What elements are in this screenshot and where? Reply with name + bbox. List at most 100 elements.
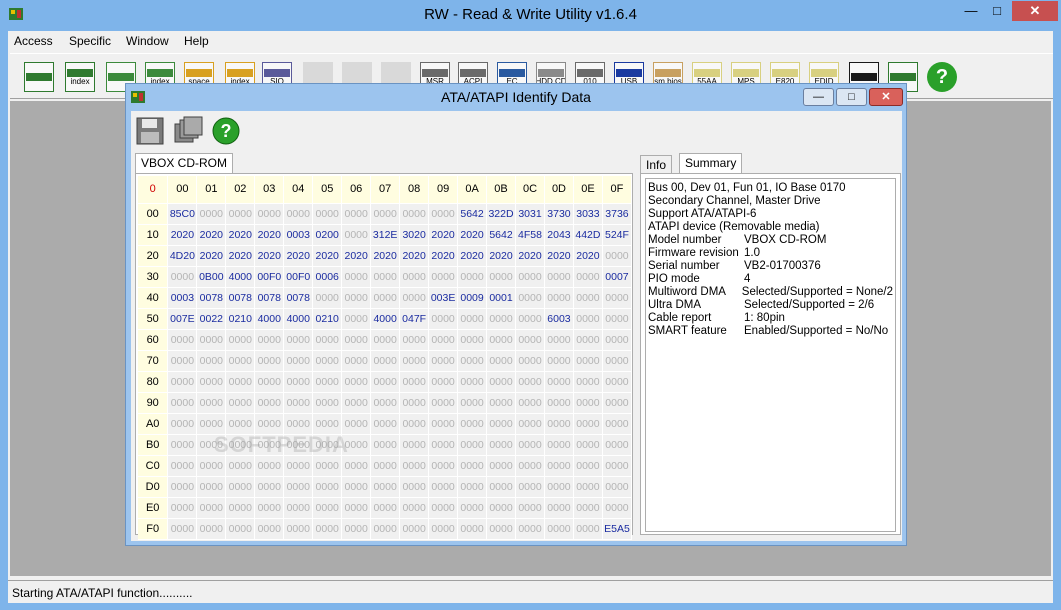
hex-cell[interactable]: 0000 <box>370 329 401 351</box>
hex-cell[interactable]: 0000 <box>573 476 603 498</box>
hex-cell[interactable]: 0000 <box>225 329 256 351</box>
child-close-button[interactable]: ✕ <box>869 88 903 106</box>
close-button[interactable]: ✕ <box>1012 1 1058 21</box>
hex-cell[interactable]: 0000 <box>341 413 372 435</box>
hex-cell[interactable]: 0000 <box>167 434 198 456</box>
hex-cell[interactable]: 0000 <box>486 266 517 288</box>
toolbar-button-pci-index[interactable]: index <box>63 60 97 94</box>
hex-cell[interactable]: 0000 <box>486 329 517 351</box>
hex-cell[interactable]: 0000 <box>167 266 198 288</box>
hex-cell[interactable]: 0000 <box>486 308 517 330</box>
hex-cell[interactable]: 0000 <box>428 266 459 288</box>
hex-cell[interactable]: 0000 <box>254 413 285 435</box>
hex-cell[interactable]: 0000 <box>573 518 603 540</box>
hex-cell[interactable]: 0000 <box>399 518 430 540</box>
hex-cell[interactable]: 0000 <box>312 476 343 498</box>
hex-cell[interactable]: 0000 <box>602 434 633 456</box>
hex-cell[interactable]: 0000 <box>225 497 256 519</box>
hex-cell[interactable]: 0000 <box>370 371 401 393</box>
hex-cell[interactable]: 0000 <box>283 371 314 393</box>
hex-cell[interactable]: 2020 <box>428 245 459 267</box>
child-help-button[interactable]: ? <box>209 114 243 148</box>
hex-cell[interactable]: 0000 <box>602 287 633 309</box>
hex-cell[interactable]: 0000 <box>341 371 372 393</box>
hex-cell[interactable]: 0000 <box>457 350 488 372</box>
hex-cell[interactable]: 0000 <box>167 413 198 435</box>
hex-cell[interactable]: 0000 <box>428 518 459 540</box>
hex-cell[interactable]: 0000 <box>196 518 227 540</box>
hex-cell[interactable]: 2020 <box>573 245 603 267</box>
hex-cell[interactable]: 0000 <box>341 224 372 246</box>
hex-cell[interactable]: 2020 <box>312 245 343 267</box>
hex-cell[interactable]: 3031 <box>515 203 545 225</box>
hex-cell[interactable]: 0000 <box>225 203 256 225</box>
hex-cell[interactable]: 2020 <box>370 245 401 267</box>
hex-cell[interactable]: 0000 <box>312 392 343 414</box>
hex-cell[interactable]: 0000 <box>602 497 633 519</box>
toolbar-button-pci[interactable] <box>22 60 56 94</box>
hex-cell[interactable]: 0000 <box>254 329 285 351</box>
hex-cell[interactable]: 0000 <box>312 497 343 519</box>
hex-cell[interactable]: 0000 <box>370 413 401 435</box>
hex-cell[interactable]: 0000 <box>544 413 574 435</box>
child-minimize-button[interactable]: — <box>803 88 834 106</box>
tab-summary[interactable]: Summary <box>679 153 743 173</box>
hex-cell[interactable]: 0000 <box>457 497 488 519</box>
hex-cell[interactable]: 2020 <box>457 245 488 267</box>
hex-cell[interactable]: 0000 <box>167 350 198 372</box>
hex-cell[interactable]: 0000 <box>486 497 517 519</box>
hex-cell[interactable]: 0000 <box>196 371 227 393</box>
hex-cell[interactable]: 0000 <box>196 203 227 225</box>
hex-cell[interactable]: 2020 <box>167 224 198 246</box>
hex-cell[interactable]: 0000 <box>167 497 198 519</box>
hex-cell[interactable]: 2020 <box>486 245 517 267</box>
hex-cell[interactable]: 00F0 <box>254 266 285 288</box>
hex-cell[interactable]: 0000 <box>486 413 517 435</box>
hex-cell[interactable]: 0000 <box>457 266 488 288</box>
hex-cell[interactable]: 0000 <box>254 392 285 414</box>
hex-cell[interactable]: 4D20 <box>167 245 198 267</box>
hex-cell[interactable]: 0000 <box>283 497 314 519</box>
hex-cell[interactable]: 2020 <box>196 245 227 267</box>
hex-cell[interactable]: 0000 <box>341 497 372 519</box>
hex-cell[interactable]: 0000 <box>399 287 430 309</box>
hex-cell[interactable]: 0000 <box>254 371 285 393</box>
hex-cell[interactable]: 0210 <box>312 308 343 330</box>
hex-cell[interactable]: 0000 <box>573 329 603 351</box>
hex-cell[interactable]: 0000 <box>544 434 574 456</box>
hex-cell[interactable]: 0000 <box>544 392 574 414</box>
hex-cell[interactable]: 00F0 <box>283 266 314 288</box>
hex-cell[interactable]: 0000 <box>515 434 545 456</box>
hex-cell[interactable]: E5A5 <box>602 518 633 540</box>
hex-cell[interactable]: 0000 <box>515 287 545 309</box>
hex-cell[interactable]: 2020 <box>283 245 314 267</box>
hex-cell[interactable]: 0000 <box>167 392 198 414</box>
hex-cell[interactable]: 442D <box>573 224 603 246</box>
hex-cell[interactable]: 0000 <box>341 329 372 351</box>
child-maximize-button[interactable]: □ <box>836 88 867 106</box>
hex-cell[interactable]: 2020 <box>544 245 574 267</box>
hex-cell[interactable]: 2020 <box>225 245 256 267</box>
hex-cell[interactable]: 322D <box>486 203 517 225</box>
hex-cell[interactable]: 3730 <box>544 203 574 225</box>
hex-cell[interactable]: 3033 <box>573 203 603 225</box>
hex-cell[interactable]: 2043 <box>544 224 574 246</box>
hex-cell[interactable]: 0003 <box>283 224 314 246</box>
hex-cell[interactable]: 0000 <box>341 518 372 540</box>
hex-cell[interactable]: 0000 <box>428 203 459 225</box>
hex-cell[interactable]: 0000 <box>341 350 372 372</box>
hex-cell[interactable]: 0000 <box>602 308 633 330</box>
hex-cell[interactable]: 0000 <box>573 287 603 309</box>
hex-cell[interactable]: 0000 <box>428 455 459 477</box>
hex-cell[interactable]: 007E <box>167 308 198 330</box>
hex-cell[interactable]: 5642 <box>457 203 488 225</box>
hex-cell[interactable]: 0000 <box>225 392 256 414</box>
hex-cell[interactable]: 0000 <box>312 329 343 351</box>
hex-cell[interactable]: 0000 <box>341 287 372 309</box>
menu-access[interactable]: Access <box>14 34 53 48</box>
hex-cell[interactable]: 0000 <box>428 476 459 498</box>
hex-cell[interactable]: 0000 <box>457 329 488 351</box>
hex-cell[interactable]: 0000 <box>515 455 545 477</box>
hex-cell[interactable]: 0000 <box>254 350 285 372</box>
hex-cell[interactable]: 0000 <box>428 308 459 330</box>
